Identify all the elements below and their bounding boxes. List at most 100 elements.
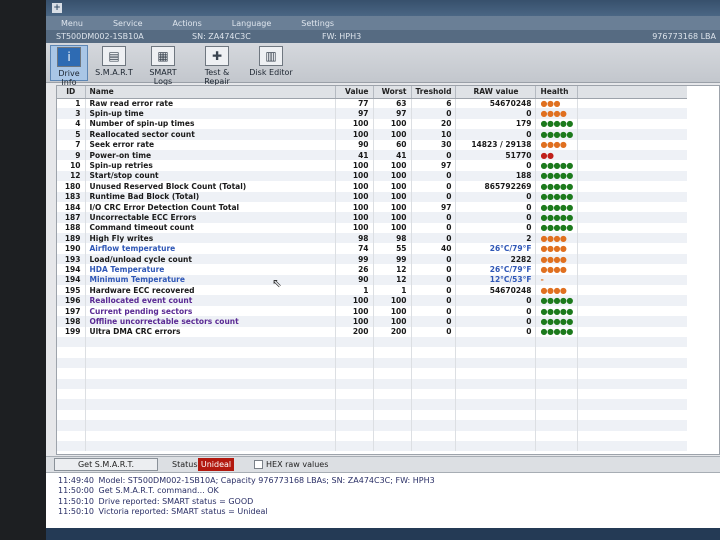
menu-service[interactable]: Service xyxy=(98,19,158,28)
test-repair-tab[interactable]: ✚ Test & Repair xyxy=(192,45,242,86)
row-spacer xyxy=(577,306,687,316)
table-row[interactable]: 4 Number of spin-up times 100 100 20 179 ●●●●● xyxy=(57,118,687,130)
app-icon: + xyxy=(52,3,62,13)
cell-worst: 55 xyxy=(373,243,412,254)
table-row[interactable]: 198 Offline uncorrectable sectors count 10… xyxy=(57,316,688,327)
col-treshold[interactable]: Treshold xyxy=(411,86,457,99)
col-raw[interactable]: RAW value xyxy=(455,86,537,99)
hex-raw-checkbox[interactable] xyxy=(254,460,263,469)
col-worst[interactable]: Worst xyxy=(373,86,412,99)
menu-menu[interactable]: Menu xyxy=(46,19,98,28)
table-row[interactable]: 193 Load/unload cycle count 99 99 0 2282 ●●●● xyxy=(57,253,688,265)
log-time: 11:50:10 xyxy=(58,496,94,506)
row-spacer xyxy=(577,274,688,286)
menu-actions[interactable]: Actions xyxy=(158,19,217,28)
table-row[interactable]: 190 Airflow temperature 74 55 40 26°C/79°F ●●●… xyxy=(57,243,687,254)
cell-treshold: 0 xyxy=(411,191,457,202)
cell-treshold: 0 xyxy=(411,108,457,119)
row-spacer xyxy=(577,327,687,337)
smart-tab[interactable]: ▤ S.M.A.R.T xyxy=(94,45,134,81)
table-row[interactable]: 189 High Fly writes 98 98 0 2 ●●●● xyxy=(57,233,688,244)
row-spacer xyxy=(577,264,687,274)
cell-treshold: 0 xyxy=(411,212,457,223)
smart-table[interactable]: ID Name Value Worst Treshold RAW value H… xyxy=(56,85,720,455)
empty-cell xyxy=(57,378,86,389)
table-row[interactable]: 1 Raw read error rate 77 63 6 54670248 ●●● xyxy=(57,98,687,109)
cell-name: Hardware ECC recovered xyxy=(85,285,336,296)
disk-editor-tab[interactable]: ▥ Disk Editor xyxy=(248,45,294,81)
cell-treshold: 0 xyxy=(411,181,457,192)
table-row[interactable]: 9 Power-on time 41 41 0 51770 ●● xyxy=(57,149,688,161)
table-row[interactable]: 187 Uncorrectable ECC Errors 100 100 0 0 ●●●●● xyxy=(57,212,688,223)
col-id[interactable]: ID xyxy=(57,86,86,99)
cell-id: 180 xyxy=(57,181,86,192)
cell-worst: 63 xyxy=(373,98,412,109)
empty-cell xyxy=(411,399,457,410)
table-row[interactable]: 188 Command timeout count 100 100 0 0 ●●●●● xyxy=(57,222,687,234)
avito-watermark: Avito xyxy=(617,504,706,530)
empty-cell xyxy=(577,357,688,369)
cell-raw: 2282 xyxy=(455,253,537,265)
table-row[interactable]: 10 Spin-up retries 100 100 97 0 ●●●●● xyxy=(57,160,687,171)
cell-worst: 97 xyxy=(373,108,412,119)
empty-row xyxy=(57,347,687,358)
empty-cell xyxy=(335,378,374,389)
empty-cell xyxy=(335,430,374,441)
cell-raw: 2 xyxy=(455,233,537,244)
cell-raw: 0 xyxy=(455,212,537,223)
col-health[interactable]: Health xyxy=(535,86,578,99)
table-row[interactable]: 194 Minimum Temperature 90 12 0 12°C/53°F - xyxy=(57,274,688,286)
cell-raw: 14823 / 29138 xyxy=(455,139,537,150)
drive-info-tab[interactable]: i Drive Info xyxy=(50,45,88,87)
cell-worst: 100 xyxy=(373,295,412,306)
drive-serial: SN: ZA474C3C xyxy=(192,32,251,41)
table-row[interactable]: 180 Unused Reserved Block Count (Total) 10… xyxy=(57,181,687,192)
empty-cell xyxy=(577,378,688,389)
empty-cell xyxy=(85,368,336,379)
cell-id: 10 xyxy=(57,160,86,171)
table-row[interactable]: 7 Seek error rate 90 60 30 14823 / 29138 ●●●● xyxy=(57,139,687,150)
table-row[interactable]: 197 Current pending sectors 100 100 0 0 ●●●●● xyxy=(57,305,687,317)
cell-treshold: 97 xyxy=(411,160,457,171)
table-row[interactable]: 196 Reallocated event count 100 100 0 0 ●●●●● xyxy=(57,295,688,306)
cell-id: 4 xyxy=(57,118,86,130)
row-spacer xyxy=(577,295,688,306)
table-row[interactable]: 5 Reallocated sector count 100 100 10 0 ●●●●● xyxy=(57,129,688,140)
cell-health: ●●●● xyxy=(535,264,578,275)
table-row[interactable]: 3 Spin-up time 97 97 0 0 ●●●● xyxy=(57,108,688,119)
empty-cell xyxy=(455,347,537,358)
table-row[interactable]: 184 I/O CRC Error Detection Count Total 10… xyxy=(57,201,687,213)
cell-id: 194 xyxy=(57,264,86,275)
table-row[interactable]: 194 HDA Temperature 26 12 0 26°C/79°F ●●●● xyxy=(57,264,687,275)
empty-cell xyxy=(335,440,374,452)
cell-worst: 99 xyxy=(373,253,412,265)
row-spacer xyxy=(577,233,688,244)
table-row[interactable]: 199 Ultra DMA CRC errors 200 200 0 0 ●●●●● xyxy=(57,326,687,337)
menu-settings[interactable]: Settings xyxy=(286,19,349,28)
empty-cell xyxy=(335,336,374,348)
cell-treshold: 0 xyxy=(411,274,457,286)
empty-cell xyxy=(455,388,537,400)
cell-name: Command timeout count xyxy=(85,222,336,234)
cell-name: High Fly writes xyxy=(85,233,336,244)
cell-treshold: 0 xyxy=(411,149,457,161)
status-badge: Unideal xyxy=(198,458,234,471)
cell-health: ●●●●● xyxy=(535,191,578,202)
cell-raw: 0 xyxy=(455,160,537,171)
menu-language[interactable]: Language xyxy=(217,19,286,28)
log-text: Get S.M.A.R.T. command... OK xyxy=(98,486,219,496)
table-row[interactable]: 183 Runtime Bad Block (Total) 100 100 0 0 ●●●●… xyxy=(57,191,688,202)
empty-row xyxy=(57,378,688,389)
get-smart-button[interactable]: Get S.M.A.R.T. xyxy=(54,458,158,471)
empty-cell xyxy=(577,399,688,410)
col-value[interactable]: Value xyxy=(335,86,374,99)
col-name[interactable]: Name xyxy=(85,86,336,99)
status-bar: Get S.M.A.R.T. Status: Unideal HEX raw v… xyxy=(46,456,720,472)
table-row[interactable]: 195 Hardware ECC recovered 1 1 0 54670248 ●●●● xyxy=(57,285,687,296)
table-row[interactable]: 12 Start/stop count 100 100 0 188 ●●●●● xyxy=(57,170,688,182)
smart-logs-tab[interactable]: ▦ SMART Logs xyxy=(140,45,186,86)
cell-health: ●●●●● xyxy=(535,118,578,130)
empty-cell xyxy=(335,388,374,400)
cell-value: 100 xyxy=(335,222,374,234)
log-line: 11:49:40 Model: ST500DM002-1SB10A; Capac… xyxy=(46,476,720,486)
